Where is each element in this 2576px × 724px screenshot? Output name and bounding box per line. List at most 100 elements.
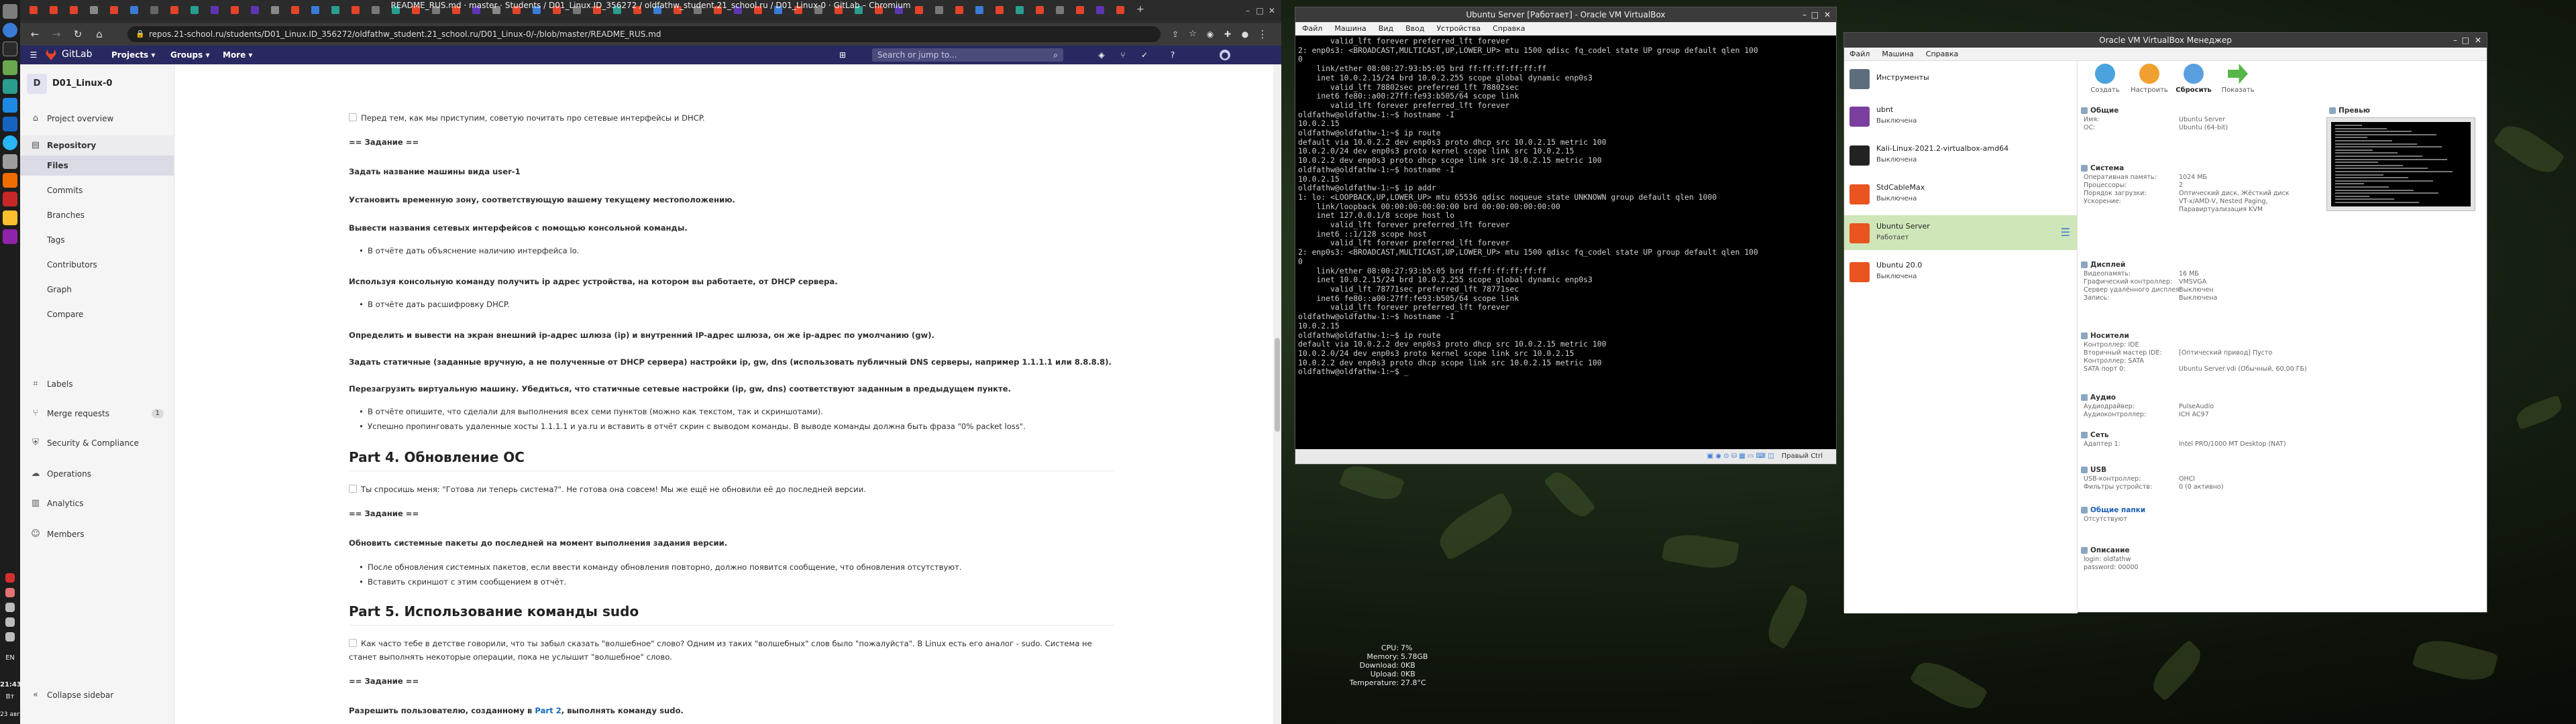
clock-time[interactable]: 21:43 xyxy=(0,681,21,689)
section-header-network[interactable]: Сеть xyxy=(2078,430,2320,440)
vbm-menu-item[interactable]: Машина xyxy=(1882,50,1913,58)
editor-dock-icon[interactable] xyxy=(3,79,17,94)
telegram-dock-icon[interactable] xyxy=(3,135,17,150)
gmail-tray-icon[interactable] xyxy=(5,573,15,583)
nav-projects[interactable]: Projects ▾ xyxy=(111,50,155,60)
merge-requests-icon[interactable]: ⑂ xyxy=(1118,50,1128,60)
reset-button[interactable]: Сбросить xyxy=(2174,64,2214,94)
maximize-icon[interactable]: □ xyxy=(2462,33,2469,48)
music-dock-icon[interactable] xyxy=(3,229,17,244)
sidebar-item-repository[interactable]: ▤ Repository xyxy=(20,135,174,156)
vm-list-item[interactable]: Ubuntu Server Работает ☰ xyxy=(1844,215,2077,250)
tools-row[interactable]: Инструменты xyxy=(1844,61,2077,96)
keyboard-layout[interactable]: EN xyxy=(0,654,20,662)
sidebar-item-merge-requests[interactable]: ⑂ Merge requests 1 xyxy=(20,404,174,424)
vm-menu-item[interactable]: Ввод xyxy=(1405,24,1424,33)
files-dock-icon[interactable] xyxy=(3,60,17,75)
nav-groups[interactable]: Groups ▾ xyxy=(170,50,210,60)
part2-link[interactable]: Part 2 xyxy=(535,706,561,715)
vm-menu-item[interactable]: Справка xyxy=(1493,24,1525,33)
sidebar-item-labels[interactable]: ⌗ Labels xyxy=(20,374,174,394)
terminal-output[interactable]: valid_lft forever preferred_lft forever 2… xyxy=(1295,36,1836,449)
settings-dock-icon[interactable] xyxy=(3,154,17,169)
chromium-dock-icon[interactable] xyxy=(3,23,17,38)
help-icon[interactable]: ? xyxy=(1167,50,1178,60)
sidebar-item-analytics[interactable]: ▥ Analytics xyxy=(20,493,174,514)
maximize-icon[interactable]: □ xyxy=(1254,5,1265,16)
nav-more[interactable]: More ▾ xyxy=(223,50,252,60)
scrollbar-thumb[interactable] xyxy=(1275,338,1280,432)
vm-menu-item[interactable]: Вид xyxy=(1379,24,1393,33)
virtualbox-dock-icon[interactable] xyxy=(3,117,17,131)
anchor-icon[interactable] xyxy=(349,113,357,121)
collapse-sidebar-button[interactable]: «Collapse sidebar xyxy=(20,685,174,705)
vm-list-item[interactable]: Kali-Linux-2021.2-virtualbox-amd64 Выключ… xyxy=(1844,137,2077,172)
issues-icon[interactable]: ◈ xyxy=(1096,50,1107,60)
sidebar-subitem-compare[interactable]: Compare xyxy=(20,304,174,324)
section-header-description[interactable]: Описание xyxy=(2078,545,2320,556)
reload-icon[interactable]: ↻ xyxy=(71,28,85,40)
gitlab-brand[interactable]: GitLab xyxy=(62,49,93,60)
chromium-titlebar[interactable]: + README_RUS.md · master · Students / D0… xyxy=(20,0,1281,23)
section-header-display[interactable]: Дисплей xyxy=(2078,259,2320,270)
settings-button[interactable]: Настроить xyxy=(2129,64,2169,94)
create-button[interactable]: Создать xyxy=(2085,64,2125,94)
forward-icon[interactable]: → xyxy=(50,28,63,40)
gitlab-menu-icon[interactable]: ☰ xyxy=(28,50,39,60)
minimize-icon[interactable]: – xyxy=(1803,7,1807,22)
vm-list-item[interactable]: StdCableMax Выключена xyxy=(1844,176,2077,211)
sidebar-item-overview[interactable]: ⌂ Project overview xyxy=(20,109,174,129)
back-icon[interactable]: ← xyxy=(28,28,42,40)
close-icon[interactable]: ✕ xyxy=(1824,7,1831,22)
todos-icon[interactable]: ✓ xyxy=(1139,50,1150,60)
vscode-dock-icon[interactable] xyxy=(3,98,17,113)
sidebar-subitem-graph[interactable]: Graph xyxy=(20,280,174,300)
tray-icon-4[interactable] xyxy=(5,617,15,627)
user-avatar-icon[interactable]: ● xyxy=(1220,50,1230,60)
sidebar-subitem-tags[interactable]: Tags xyxy=(20,230,174,250)
volume-tray-icon[interactable] xyxy=(5,632,15,642)
section-header-shared[interactable]: Общие папки xyxy=(2078,505,2320,516)
section-header-usb[interactable]: USB xyxy=(2078,465,2320,475)
vbm-menu-item[interactable]: Справка xyxy=(1926,50,1958,58)
notes-dock-icon[interactable] xyxy=(3,210,17,225)
vm-menu-item[interactable]: Файл xyxy=(1302,24,1322,33)
vm-menu-item[interactable]: Машина xyxy=(1334,24,1366,33)
section-header-system[interactable]: Система xyxy=(2078,163,2320,174)
extension-icon-1[interactable]: ◉ xyxy=(1203,28,1217,40)
vbm-titlebar[interactable]: Oracle VM VirtualBox Менеджер – □ ✕ xyxy=(1844,33,2487,48)
app-launcher-icon[interactable] xyxy=(3,4,17,19)
section-header-audio[interactable]: Аудио xyxy=(2078,392,2320,403)
sidebar-item-security[interactable]: ⛨ Security & Compliance xyxy=(20,433,174,453)
browser-menu-icon[interactable]: ⋮ xyxy=(1256,28,1269,40)
vm-details-menu-icon[interactable]: ☰ xyxy=(2061,226,2070,239)
address-bar[interactable]: 🔒 repos.21-school.ru/students/D01_Linux.… xyxy=(127,26,1161,42)
vbm-menu-item[interactable]: Файл xyxy=(1849,50,1870,58)
sidebar-item-members[interactable]: ☺ Members xyxy=(20,524,174,544)
gitlab-logo-icon[interactable] xyxy=(46,50,56,60)
share-icon[interactable]: ⇪ xyxy=(1169,28,1182,40)
section-header-storage[interactable]: Носители xyxy=(2078,330,2320,341)
tray-icon-2[interactable] xyxy=(5,588,15,597)
gitlab-search-input[interactable]: Search or jump to... ⌕ xyxy=(872,48,1063,62)
profile-icon[interactable]: ● xyxy=(1238,28,1252,40)
sidebar-subitem-contributors[interactable]: Contributors xyxy=(20,255,174,275)
minimize-icon[interactable]: – xyxy=(2453,33,2457,48)
terminal-dock-icon[interactable] xyxy=(3,42,17,56)
tray-icon-3[interactable] xyxy=(5,603,15,612)
vm-titlebar[interactable]: Ubuntu Server [Работает] - Oracle VM Vir… xyxy=(1295,7,1836,22)
extensions-puzzle-icon[interactable]: ✚ xyxy=(1221,28,1234,40)
show-button[interactable]: Показать xyxy=(2218,64,2258,94)
sidebar-subitem-commits[interactable]: Commits xyxy=(20,180,174,200)
sidebar-subitem-files[interactable]: Files xyxy=(20,156,174,176)
calendar-dock-icon[interactable] xyxy=(3,173,17,188)
new-item-icon[interactable]: ⊞ xyxy=(837,50,848,60)
vm-menu-item[interactable]: Устройства xyxy=(1436,24,1481,33)
section-header-general[interactable]: Общие xyxy=(2078,105,2320,116)
bookmark-star-icon[interactable]: ☆ xyxy=(1186,28,1199,40)
close-icon[interactable]: ✕ xyxy=(1267,5,1277,16)
status-icons[interactable]: ▣ ◉ ⊙ ⛁ ▦ ▭ ⌨ ◫ xyxy=(1707,452,1774,460)
minimize-icon[interactable]: – xyxy=(1242,5,1253,16)
vm-list-item[interactable]: Ubuntu 20.0 Выключена xyxy=(1844,254,2077,289)
anchor-icon[interactable] xyxy=(349,639,357,647)
